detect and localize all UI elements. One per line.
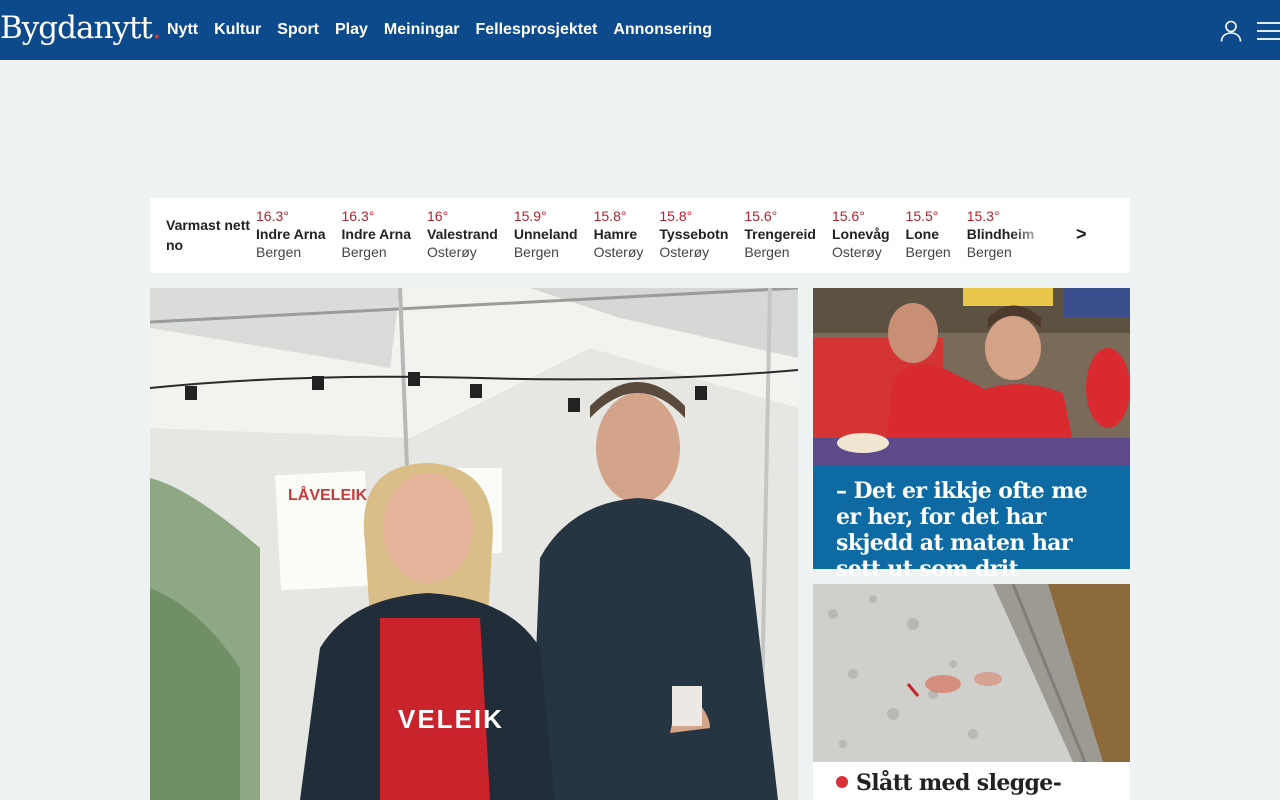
- weather-temperature: 15.6°: [831, 208, 865, 224]
- weather-item[interactable]: 15.9° Unneland Bergen: [514, 207, 594, 261]
- weather-place: Hamre: [593, 226, 638, 242]
- weather-item[interactable]: 15.6° Lonevåg Osterøy: [832, 207, 906, 261]
- side-article-2-title-text: Slått med slegge-: [856, 770, 1062, 796]
- weather-region: Bergen: [744, 244, 790, 260]
- top-navigation-bar: Bygdanytt. Nytt Kultur Sport Play Meinin…: [0, 0, 1280, 60]
- weather-item[interactable]: 15.8° Hamre Osterøy: [594, 207, 660, 261]
- weather-region: Bergen: [341, 244, 387, 260]
- weather-temperature: 15.5°: [905, 208, 939, 224]
- weather-place: Unneland: [513, 226, 578, 242]
- weather-next-button[interactable]: >: [1076, 224, 1087, 245]
- weather-temperature: 15.9°: [513, 208, 547, 224]
- weather-region: Bergen: [513, 244, 559, 260]
- weather-temperature: 16.3°: [341, 208, 375, 224]
- weather-region: Osterøy: [593, 244, 644, 260]
- weather-place: Indre Arna: [341, 226, 412, 242]
- weather-place: Lone: [905, 226, 939, 242]
- live-red-dot: [836, 776, 848, 788]
- weather-region: Osterøy: [831, 244, 882, 260]
- nav-item-meiningar[interactable]: Meiningar: [384, 21, 460, 39]
- weather-place: Lonevåg: [831, 226, 890, 242]
- nav-item-nytt[interactable]: Nytt: [167, 21, 198, 39]
- weather-place: Valestrand: [427, 226, 498, 242]
- weather-item[interactable]: 15.8° Tyssebotn Osterøy: [659, 207, 744, 261]
- weather-list: 16.3° Indre Arna Bergen 16.3° Indre Arna Berg…: [256, 207, 1049, 267]
- weather-region: Osterøy: [659, 244, 710, 260]
- side-article-2-title: Slått med slegge-: [813, 762, 1130, 796]
- weather-item[interactable]: 15.5° Lone Bergen: [906, 207, 967, 261]
- main-nav: Nytt Kultur Sport Play Meiningar Fellesp…: [159, 0, 720, 60]
- weather-region: Bergen: [256, 244, 302, 260]
- weather-temperature: 15.6°: [744, 208, 778, 224]
- nav-item-annonsering[interactable]: Annonsering: [613, 21, 712, 39]
- weather-temperature: 15.8°: [593, 208, 627, 224]
- hamburger-menu-icon[interactable]: [1256, 19, 1280, 43]
- weather-item[interactable]: 16.3° Indre Arna Bergen: [256, 207, 342, 261]
- site-logo[interactable]: Bygdanytt.: [0, 10, 162, 46]
- weather-place: Trengereid: [744, 226, 816, 242]
- poster-sign-text: LÅVELEIK: [288, 485, 368, 504]
- side-article-2-image: [813, 584, 1130, 762]
- weather-fade: [1010, 198, 1050, 273]
- user-icon[interactable]: [1219, 19, 1243, 43]
- weather-temperature: 16°: [427, 208, 449, 224]
- nav-item-fellesprosjektet[interactable]: Fellesprosjektet: [475, 21, 597, 39]
- weather-item[interactable]: 16° Valestrand Osterøy: [427, 207, 514, 261]
- main-article-image[interactable]: LÅVELEIK VELEIK: [150, 288, 798, 800]
- shirt-text: VELEIK: [398, 704, 504, 734]
- nav-item-kultur[interactable]: Kultur: [214, 21, 261, 39]
- weather-item[interactable]: 15.6° Trengereid Bergen: [744, 207, 832, 261]
- nav-item-play[interactable]: Play: [335, 21, 368, 39]
- side-article-1-image: [813, 288, 1130, 466]
- weather-strip: Varmast nett no 16.3° Indre Arna Bergen 16.…: [150, 198, 1130, 273]
- weather-item[interactable]: 16.3° Indre Arna Bergen: [342, 207, 428, 261]
- side-article-2[interactable]: Slått med slegge-: [813, 584, 1130, 800]
- weather-region: Bergen: [905, 244, 951, 260]
- weather-place: Indre Arna: [256, 226, 326, 242]
- weather-temperature: 15.8°: [659, 208, 693, 224]
- weather-region: Osterøy: [427, 244, 477, 260]
- weather-place: Tyssebotn: [659, 226, 729, 242]
- logo-text: Bygdanytt: [0, 10, 153, 46]
- side-article-1[interactable]: – Det er ikkje ofte me er her, for det h…: [813, 288, 1130, 582]
- weather-title: Varmast nett no: [166, 217, 251, 253]
- weather-temperature: 16.3°: [256, 208, 289, 224]
- nav-item-sport[interactable]: Sport: [277, 21, 319, 39]
- side-article-1-title: – Det er ikkje ofte me er her, for det h…: [813, 466, 1130, 582]
